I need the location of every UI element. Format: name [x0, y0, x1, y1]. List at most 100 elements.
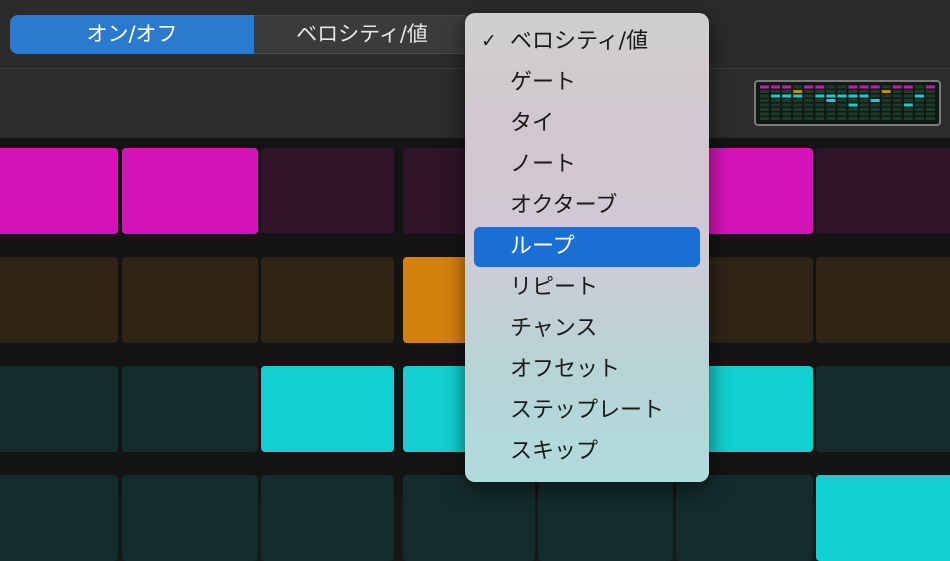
- overview-step: [760, 108, 770, 111]
- overview-step: [815, 108, 825, 111]
- overview-step: [892, 117, 902, 120]
- step-cell[interactable]: [122, 257, 258, 343]
- overview-step: [815, 85, 825, 89]
- overview-step: [892, 94, 902, 98]
- menu-item-note[interactable]: ノート: [474, 145, 700, 185]
- overview-step: [837, 112, 847, 116]
- velocity-segment[interactable]: ベロシティ/値: [254, 15, 470, 54]
- onoff-segment[interactable]: オン/オフ: [10, 15, 254, 54]
- overview-step: [881, 108, 891, 111]
- menu-item-tie[interactable]: タイ: [474, 104, 700, 144]
- overview-step: [903, 117, 913, 120]
- overview-step: [782, 108, 792, 111]
- overview-step: [848, 99, 858, 102]
- overview-step: [903, 90, 913, 93]
- overview-step: [782, 90, 792, 93]
- overview-step: [793, 94, 803, 98]
- pattern-overview[interactable]: [754, 80, 941, 126]
- overview-step: [914, 112, 924, 116]
- overview-step: [804, 99, 814, 102]
- overview-step: [793, 117, 803, 120]
- overview-step: [804, 112, 814, 116]
- overview-step: [881, 94, 891, 98]
- menu-item-loop[interactable]: ループ: [474, 227, 700, 267]
- overview-step: [925, 108, 935, 111]
- step-cell[interactable]: [122, 148, 258, 234]
- overview-step: [815, 103, 825, 107]
- overview-step: [914, 90, 924, 93]
- overview-step: [870, 94, 880, 98]
- overview-step: [804, 117, 814, 120]
- step-cell[interactable]: [261, 148, 394, 234]
- overview-step: [892, 85, 902, 89]
- overview-step: [815, 117, 825, 120]
- overview-step: [782, 99, 792, 102]
- overview-step: [892, 112, 902, 116]
- step-cell[interactable]: [261, 475, 394, 561]
- overview-step: [793, 108, 803, 111]
- step-cell[interactable]: [816, 475, 950, 561]
- step-cell[interactable]: [0, 257, 118, 343]
- menu-item-octave[interactable]: オクターブ: [474, 186, 700, 226]
- step-cell[interactable]: [816, 257, 950, 343]
- overview-step: [760, 103, 770, 107]
- overview-step: [881, 99, 891, 102]
- overview-step: [903, 85, 913, 89]
- overview-step: [837, 108, 847, 111]
- menu-item-repeat[interactable]: リピート: [474, 268, 700, 308]
- overview-step: [771, 117, 781, 120]
- menu-item-step-rate[interactable]: ステップレート: [474, 391, 700, 431]
- menu-item-chance[interactable]: チャンス: [474, 309, 700, 349]
- step-cell[interactable]: [122, 366, 258, 452]
- overview-step: [837, 103, 847, 107]
- step-cell[interactable]: [0, 475, 118, 561]
- overview-step: [859, 103, 869, 107]
- overview-step: [760, 99, 770, 102]
- overview-step: [859, 85, 869, 89]
- menu-item-gate[interactable]: ゲート: [474, 63, 700, 103]
- overview-step: [859, 94, 869, 98]
- overview-step: [815, 99, 825, 102]
- overview-step: [914, 108, 924, 111]
- overview-step: [804, 103, 814, 107]
- step-cell[interactable]: [816, 148, 950, 234]
- overview-step: [903, 112, 913, 116]
- step-cell[interactable]: [403, 475, 535, 561]
- overview-step: [925, 103, 935, 107]
- overview-step: [771, 94, 781, 98]
- overview-step: [925, 112, 935, 116]
- overview-step: [826, 112, 836, 116]
- pattern-overview-graphic: [760, 85, 935, 120]
- overview-step: [881, 112, 891, 116]
- overview-step: [914, 103, 924, 107]
- overview-step: [826, 85, 836, 89]
- step-cell[interactable]: [538, 475, 673, 561]
- overview-step: [870, 117, 880, 120]
- overview-step: [925, 117, 935, 120]
- step-cell[interactable]: [0, 366, 118, 452]
- overview-step: [771, 108, 781, 111]
- overview-step: [771, 85, 781, 89]
- menu-item-velocity[interactable]: ベロシティ/値: [474, 22, 700, 62]
- menu-item-skip[interactable]: スキップ: [474, 432, 700, 472]
- menu-item-offset[interactable]: オフセット: [474, 350, 700, 390]
- overview-step: [848, 117, 858, 120]
- step-cell[interactable]: [261, 257, 394, 343]
- overview-step: [771, 103, 781, 107]
- step-cell[interactable]: [0, 148, 118, 234]
- overview-step: [782, 94, 792, 98]
- overview-step: [782, 103, 792, 107]
- overview-step: [793, 90, 803, 93]
- overview-step: [914, 99, 924, 102]
- overview-step: [914, 117, 924, 120]
- overview-step: [848, 103, 858, 107]
- step-cell[interactable]: [122, 475, 258, 561]
- step-cell[interactable]: [676, 475, 813, 561]
- step-cell[interactable]: [261, 366, 394, 452]
- mode-segmented-control: オン/オフ ベロシティ/値: [10, 15, 470, 54]
- overview-step: [925, 90, 935, 93]
- overview-step: [925, 99, 935, 102]
- overview-step: [881, 117, 891, 120]
- overview-step: [771, 112, 781, 116]
- step-cell[interactable]: [816, 366, 950, 452]
